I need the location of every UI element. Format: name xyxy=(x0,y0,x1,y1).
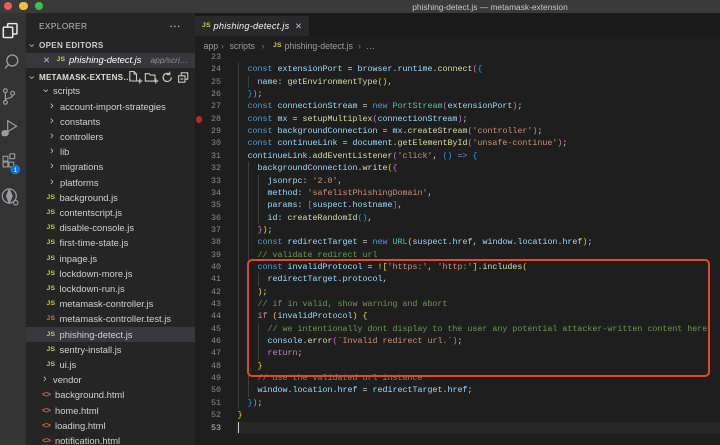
svg-text:1: 1 xyxy=(13,167,17,174)
